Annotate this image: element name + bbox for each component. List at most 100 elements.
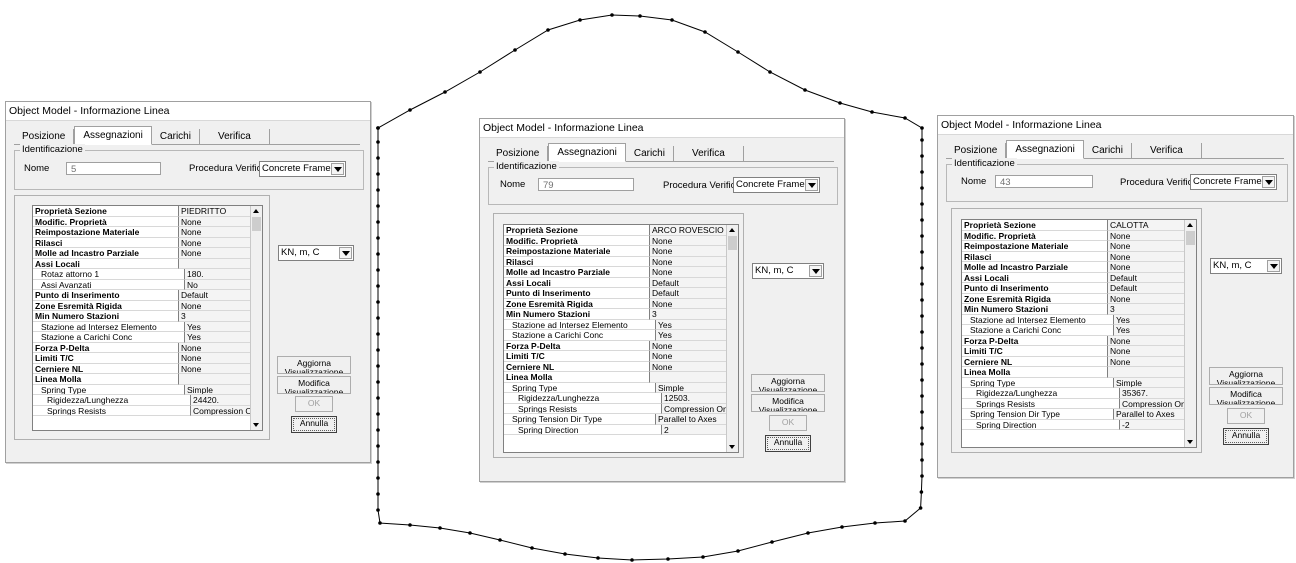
property-value[interactable]: Yes — [656, 330, 726, 341]
nome-field[interactable]: 79 — [538, 178, 634, 191]
grid-row[interactable]: Modific. Proprietà None — [33, 216, 250, 227]
grid-row[interactable]: Zone Esremità Rigida None — [504, 298, 726, 309]
grid-scrollbar[interactable] — [1184, 220, 1196, 447]
procedura-select[interactable]: Concrete Frame — [259, 161, 346, 177]
units-select[interactable]: KN, m, C — [1210, 258, 1282, 274]
tab-posizione[interactable]: Posizione — [488, 146, 549, 161]
grid-row[interactable]: Forza P-Delta None — [504, 340, 726, 351]
grid-row[interactable]: Spring Direction 2 — [504, 424, 726, 435]
grid-row[interactable]: Springs ResistsCompression Only — [962, 398, 1184, 409]
scroll-thumb[interactable] — [252, 217, 261, 231]
scroll-up-icon[interactable] — [1185, 220, 1196, 230]
grid-scrollbar[interactable] — [726, 225, 738, 452]
tab-verifica[interactable]: Verifica — [1132, 143, 1202, 158]
grid-row[interactable]: Limiti T/C None — [962, 346, 1184, 357]
property-value[interactable]: None — [179, 363, 250, 374]
modifica-button[interactable]: Modifica Visualizzazione — [277, 376, 351, 394]
procedura-select[interactable]: Concrete Frame — [733, 177, 820, 193]
assignments-grid[interactable]: Proprietà Sezione ARCO ROVESCIO Modific. P… — [503, 224, 739, 453]
grid-row[interactable]: Modific. Proprietà None — [962, 230, 1184, 241]
grid-row[interactable]: Stazione ad Intersez Elemento Yes — [33, 321, 250, 332]
grid-row[interactable]: Springs ResistsCompression Only — [504, 403, 726, 414]
modifica-button[interactable]: Modifica Visualizzazione — [751, 394, 825, 412]
scroll-up-icon[interactable] — [251, 206, 262, 216]
property-value[interactable]: None — [1108, 262, 1184, 273]
grid-row[interactable]: Linea Molla — [33, 374, 250, 385]
ok-button[interactable]: OK — [1227, 408, 1265, 424]
grid-row[interactable]: Spring Type Simple — [33, 384, 250, 395]
tab-assegnazioni[interactable]: Assegnazioni — [1006, 140, 1084, 159]
grid-row[interactable]: Rigidezza/Lunghezza 12503. — [504, 393, 726, 404]
property-value[interactable]: Compression Only — [662, 403, 726, 414]
property-value[interactable]: None — [650, 235, 726, 246]
grid-row[interactable]: Punto di Inserimento Default — [962, 283, 1184, 294]
property-value[interactable]: 24420. — [191, 395, 250, 406]
grid-row[interactable]: Limiti T/C None — [504, 351, 726, 362]
property-value[interactable]: 180. — [185, 269, 250, 280]
property-value[interactable] — [179, 374, 250, 385]
tab-posizione[interactable]: Posizione — [14, 129, 75, 144]
nome-field[interactable]: 5 — [66, 162, 161, 175]
units-select[interactable]: KN, m, C — [752, 263, 824, 279]
property-value[interactable]: None — [650, 256, 726, 267]
grid-row[interactable]: Molle ad Incastro Parziale None — [504, 267, 726, 278]
chevron-down-icon[interactable] — [805, 179, 818, 191]
grid-row[interactable]: Spring Type Simple — [504, 382, 726, 393]
property-value[interactable]: -2 — [1120, 419, 1184, 430]
tab-carichi[interactable]: Carichi — [626, 146, 674, 161]
property-value[interactable]: 3 — [1108, 304, 1184, 315]
property-value[interactable]: 35367. — [1120, 388, 1184, 399]
scroll-thumb[interactable] — [728, 236, 737, 250]
grid-row[interactable]: Linea Molla — [504, 372, 726, 383]
property-value[interactable]: None — [179, 300, 250, 311]
aggiorna-button[interactable]: Aggiorna Visualizzazione — [277, 356, 351, 374]
property-value[interactable]: None — [1108, 230, 1184, 241]
tab-carichi[interactable]: Carichi — [1084, 143, 1132, 158]
tab-carichi[interactable]: Carichi — [152, 129, 200, 144]
grid-row[interactable]: Rilasci None — [33, 237, 250, 248]
chevron-down-icon[interactable] — [339, 247, 352, 259]
grid-row[interactable]: Assi Locali Default — [962, 272, 1184, 283]
grid-row[interactable]: Stazione a Carichi Conc Yes — [504, 330, 726, 341]
grid-row[interactable]: Spring Tension Dir Type Parallel to Axes — [962, 409, 1184, 420]
grid-row[interactable]: Rigidezza/Lunghezza 24420. — [33, 395, 250, 406]
assignments-grid[interactable]: Proprietà Sezione CALOTTA Modific. Proprie… — [961, 219, 1197, 448]
property-value[interactable]: None — [1108, 293, 1184, 304]
grid-row[interactable]: Spring Tension Dir Type Parallel to Axes — [504, 414, 726, 425]
property-value[interactable]: 12503. — [662, 393, 726, 404]
property-value[interactable]: None — [1108, 356, 1184, 367]
property-value[interactable]: Yes — [1114, 325, 1184, 336]
grid-row[interactable]: Proprietà Sezione PIEDRITTO — [33, 206, 250, 217]
property-value[interactable]: Yes — [185, 321, 250, 332]
scroll-up-icon[interactable] — [727, 225, 738, 235]
grid-row[interactable]: Punto di Inserimento Default — [33, 290, 250, 301]
annulla-button[interactable]: Annulla — [765, 435, 811, 452]
property-value[interactable]: Compression Only — [1120, 398, 1184, 409]
property-value[interactable]: 3 — [650, 309, 726, 320]
property-value[interactable]: None — [650, 246, 726, 257]
grid-row[interactable]: Zone Esremità Rigida None — [962, 293, 1184, 304]
property-value[interactable]: None — [179, 227, 250, 238]
property-value[interactable]: CALOTTA — [1108, 220, 1184, 231]
property-value[interactable]: None — [650, 298, 726, 309]
grid-row[interactable]: Min Numero Stazioni 3 — [504, 309, 726, 320]
annulla-button[interactable]: Annulla — [1223, 428, 1269, 445]
grid-row[interactable]: Stazione a Carichi Conc Yes — [962, 325, 1184, 336]
grid-row[interactable]: Reimpostazione Materiale None — [504, 246, 726, 257]
property-value[interactable]: None — [1108, 241, 1184, 252]
chevron-down-icon[interactable] — [1262, 176, 1275, 188]
scroll-thumb[interactable] — [1186, 231, 1195, 245]
grid-row[interactable]: Limiti T/C None — [33, 353, 250, 364]
grid-row[interactable]: Assi Avanzati No — [33, 279, 250, 290]
grid-row[interactable]: Molle ad Incastro Parziale None — [33, 248, 250, 259]
property-value[interactable]: Yes — [1114, 314, 1184, 325]
property-value[interactable]: 2 — [662, 424, 726, 435]
aggiorna-button[interactable]: Aggiorna Visualizzazione — [751, 374, 825, 392]
tab-posizione[interactable]: Posizione — [946, 143, 1007, 158]
grid-row[interactable]: Punto di Inserimento Default — [504, 288, 726, 299]
assignments-grid[interactable]: Proprietà Sezione PIEDRITTO Modific. Propr… — [32, 205, 263, 431]
property-value[interactable]: Default — [1108, 272, 1184, 283]
grid-row[interactable]: Rilasci None — [504, 256, 726, 267]
scroll-down-icon[interactable] — [1185, 437, 1196, 447]
property-value[interactable]: Simple — [1114, 377, 1184, 388]
